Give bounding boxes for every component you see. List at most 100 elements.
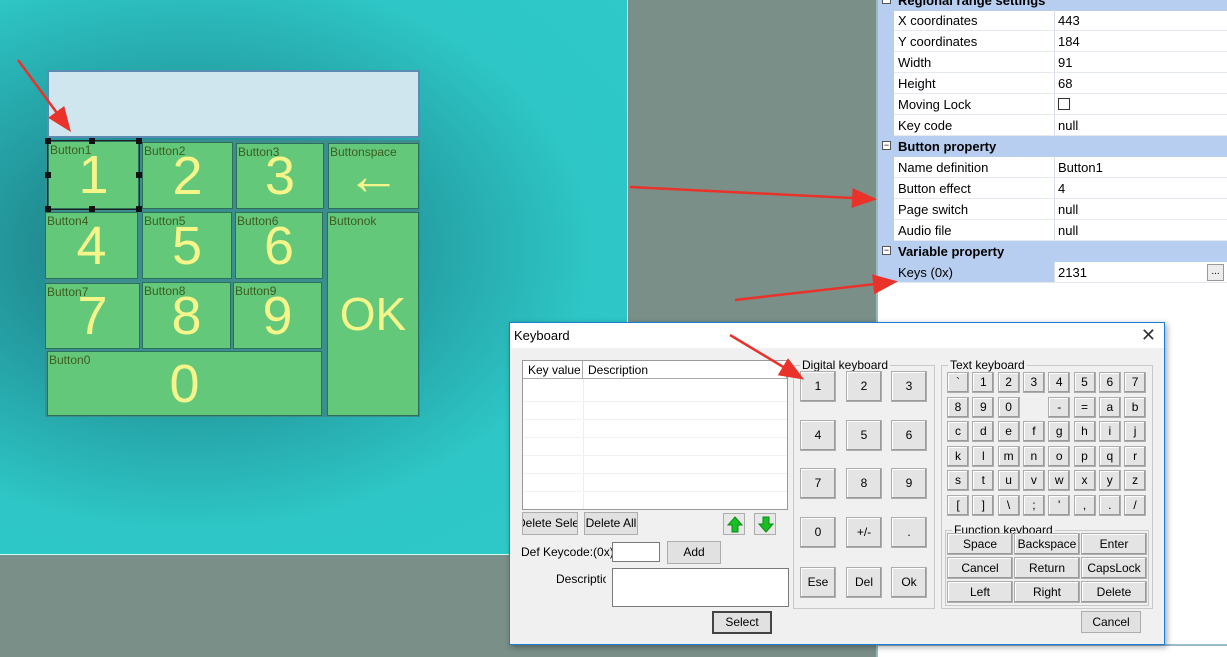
digital-key[interactable]: 9	[891, 468, 927, 499]
description-input[interactable]	[612, 568, 789, 607]
move-down-button[interactable]	[754, 513, 776, 535]
prop-value[interactable]	[1055, 94, 1227, 115]
text-key[interactable]: d	[972, 421, 995, 442]
text-key[interactable]: 9	[972, 396, 995, 418]
key-button-6[interactable]: Button6 6	[235, 212, 323, 279]
text-key[interactable]: [	[947, 494, 969, 516]
text-key[interactable]: c	[947, 421, 969, 442]
move-up-button[interactable]	[723, 513, 745, 535]
text-key[interactable]: .	[1098, 494, 1121, 516]
text-key[interactable]: a	[1098, 396, 1121, 418]
function-key[interactable]: CapsLock	[1081, 557, 1147, 579]
selection-handle[interactable]	[136, 138, 142, 144]
text-key[interactable]: 4	[1048, 372, 1071, 393]
text-key[interactable]: b	[1124, 396, 1147, 418]
prop-row-width[interactable]: Width 91	[878, 52, 1227, 73]
col-header-description[interactable]: Description	[583, 361, 787, 379]
prop-row-page-switch[interactable]: Page switch null	[878, 199, 1227, 220]
text-key[interactable]: j	[1124, 421, 1147, 442]
key-button-9[interactable]: Button9 9	[233, 282, 322, 349]
prop-row-moving-lock[interactable]: Moving Lock	[878, 94, 1227, 115]
digital-key[interactable]: .	[891, 517, 927, 548]
key-button-backspace[interactable]: Buttonspace ←	[328, 143, 419, 209]
text-key[interactable]: 2	[997, 372, 1020, 393]
text-key[interactable]: 7	[1124, 372, 1147, 393]
function-key[interactable]: Return	[1014, 557, 1080, 579]
digital-key[interactable]: 0	[800, 517, 836, 548]
prop-value[interactable]: 2131 ...	[1055, 262, 1227, 283]
text-key[interactable]: y	[1098, 470, 1121, 491]
key-list[interactable]: Key value Description	[522, 360, 788, 510]
text-key[interactable]: o	[1048, 445, 1071, 467]
prop-value[interactable]: null	[1055, 115, 1227, 136]
delete-all-button[interactable]: Delete All	[584, 512, 638, 535]
collapse-icon[interactable]: −	[882, 141, 891, 150]
digital-key[interactable]: 8	[846, 468, 882, 499]
text-key[interactable]: 3	[1022, 372, 1045, 393]
function-key[interactable]: Right	[1014, 581, 1080, 603]
text-key[interactable]: ;	[1022, 494, 1045, 516]
text-key[interactable]: l	[972, 445, 995, 467]
selection-handle[interactable]	[136, 206, 142, 212]
text-key[interactable]: 1	[972, 372, 995, 393]
function-key[interactable]: Cancel	[947, 557, 1013, 579]
function-key[interactable]: Delete	[1081, 581, 1147, 603]
text-key[interactable]: -	[1048, 396, 1071, 418]
function-key[interactable]: Left	[947, 581, 1013, 603]
text-key[interactable]: `	[947, 372, 969, 393]
prop-value[interactable]: 4	[1055, 178, 1227, 199]
text-key[interactable]: g	[1048, 421, 1071, 442]
text-key[interactable]: w	[1048, 470, 1071, 491]
selection-handle[interactable]	[89, 206, 95, 212]
digital-key[interactable]: 5	[846, 420, 882, 451]
digital-key[interactable]: 7	[800, 468, 836, 499]
text-key[interactable]: ]	[972, 494, 995, 516]
text-key[interactable]: t	[972, 470, 995, 491]
function-key[interactable]: Backspace	[1014, 533, 1080, 555]
prop-value[interactable]: null	[1055, 220, 1227, 241]
digital-key[interactable]: 2	[846, 371, 882, 402]
text-key[interactable]: s	[947, 470, 969, 491]
digital-key[interactable]: 3	[891, 371, 927, 402]
text-key[interactable]: v	[1022, 470, 1045, 491]
text-key[interactable]: '	[1048, 494, 1071, 516]
selection-handle[interactable]	[45, 206, 51, 212]
add-button[interactable]: Add	[667, 541, 721, 564]
browse-keys-button[interactable]: ...	[1207, 264, 1224, 281]
text-key[interactable]: 0	[997, 396, 1020, 418]
digital-key[interactable]: Ese	[800, 567, 836, 598]
delete-selected-button[interactable]: Delete Selected	[522, 512, 578, 535]
prop-row-x[interactable]: X coordinates 443	[878, 10, 1227, 31]
key-button-8[interactable]: Button8 8	[142, 282, 231, 349]
prop-value[interactable]: 91	[1055, 52, 1227, 73]
keyboard-dialog[interactable]: Keyboard ✕ Key value Description Delete …	[509, 322, 1165, 645]
text-key[interactable]: e	[997, 421, 1020, 442]
text-key[interactable]: n	[1022, 445, 1045, 467]
function-key[interactable]: Space	[947, 533, 1013, 555]
digital-key[interactable]: Ok	[891, 567, 927, 598]
key-button-0[interactable]: Button0 0	[47, 351, 322, 416]
selection-handle[interactable]	[45, 138, 51, 144]
prop-row-y[interactable]: Y coordinates 184	[878, 31, 1227, 52]
collapse-icon[interactable]: −	[882, 246, 891, 255]
key-button-4[interactable]: Button4 4	[45, 212, 138, 279]
prop-row-key-code[interactable]: Key code null	[878, 115, 1227, 136]
prop-row-name-definition[interactable]: Name definition Button1	[878, 157, 1227, 178]
text-key[interactable]: ,	[1073, 494, 1096, 516]
function-key[interactable]: Enter	[1081, 533, 1147, 555]
text-key[interactable]: h	[1073, 421, 1096, 442]
key-button-ok[interactable]: Buttonok OK	[327, 212, 419, 416]
key-button-1[interactable]: Button1 1	[47, 140, 140, 210]
selection-handle[interactable]	[136, 172, 142, 178]
key-button-7[interactable]: Button7 7	[45, 283, 140, 349]
selection-handle[interactable]	[89, 138, 95, 144]
digital-key[interactable]: +/-	[846, 517, 882, 548]
keypad-display[interactable]	[47, 70, 420, 138]
prop-value[interactable]: 68	[1055, 73, 1227, 94]
def-keycode-input[interactable]	[612, 542, 660, 562]
text-key[interactable]: x	[1073, 470, 1096, 491]
text-key[interactable]: q	[1098, 445, 1121, 467]
key-button-5[interactable]: Button5 5	[142, 212, 232, 279]
text-key[interactable]: i	[1098, 421, 1121, 442]
category-button-property[interactable]: − Button property	[878, 136, 1227, 157]
